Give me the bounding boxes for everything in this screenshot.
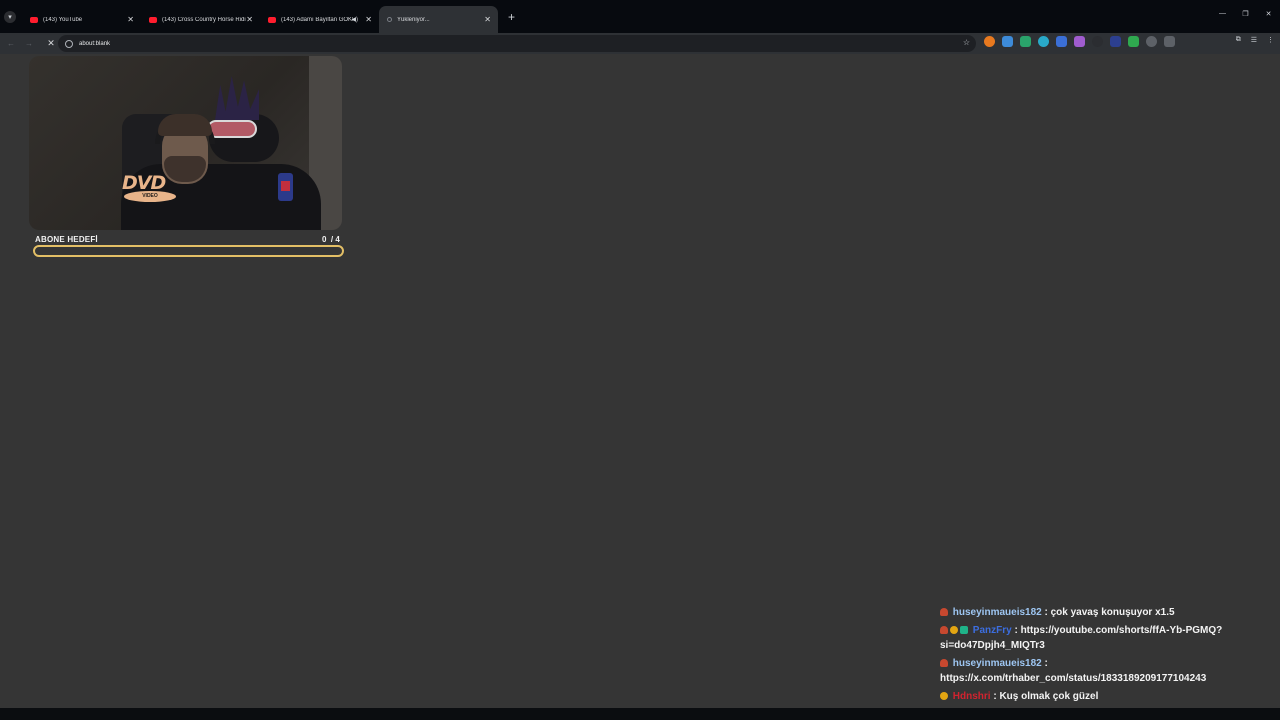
- chevron-down-icon[interactable]: ▾: [4, 10, 16, 23]
- arrow-left-icon[interactable]: ←: [4, 39, 18, 48]
- info-icon[interactable]: [65, 39, 73, 48]
- gold-badge-icon: [950, 626, 958, 634]
- extension-icon[interactable]: [1038, 36, 1049, 47]
- extension-icon[interactable]: [1074, 36, 1085, 47]
- browser-tab[interactable]: (143) Adamı Bayıltan GÖKD ◀) ✕: [260, 6, 379, 33]
- tab-strip: ▾ (143) YouTube ✕ (143) Cross Country Ho…: [0, 0, 1280, 33]
- gold-badge-icon: [940, 692, 948, 700]
- extension-icons: [984, 36, 1182, 47]
- youtube-icon: [268, 16, 276, 23]
- extension-icon[interactable]: [1164, 36, 1175, 47]
- webcam-video: DVD VIDEO: [29, 56, 342, 230]
- close-icon[interactable]: ✕: [246, 15, 253, 24]
- chat-message: huseyinmaueis182 : https://x.com/trhaber…: [940, 656, 1240, 686]
- close-window-icon[interactable]: ✕: [1257, 10, 1280, 18]
- fire-badge-icon: [940, 608, 948, 616]
- speaker-icon[interactable]: ◀): [351, 16, 358, 23]
- chat-overlay: huseyinmaueis182 : çok yavaş konuşuyor x…: [940, 605, 1240, 707]
- chat-username: huseyinmaueis182: [950, 658, 1042, 669]
- energy-drink-can: [278, 173, 293, 201]
- extension-icon[interactable]: [1002, 36, 1013, 47]
- chat-username: huseyinmaueis182: [950, 607, 1042, 618]
- close-icon[interactable]: ✕: [484, 15, 491, 24]
- chat-text: : çok yavaş konuşuyor x1.5: [1041, 607, 1175, 618]
- chat-username: Hdnshri: [950, 691, 991, 702]
- bottom-bar: [0, 708, 1280, 720]
- puzzle-icon[interactable]: ⧉: [1236, 36, 1241, 44]
- extension-icon[interactable]: [1110, 36, 1121, 47]
- browser-tab[interactable]: (143) Cross Country Horse Ridi ✕: [141, 6, 260, 33]
- mohawk-figure: [215, 76, 259, 120]
- chat-message: huseyinmaueis182 : çok yavaş konuşuyor x…: [940, 605, 1240, 620]
- tab-title: (143) YouTube: [43, 16, 83, 23]
- extension-icon[interactable]: [1128, 36, 1139, 47]
- goal-count: 0 / 4: [322, 235, 340, 244]
- browser-toolbar: ← → ✕ about:blank ☆ ⧉ ☰ ⋮: [0, 33, 1280, 54]
- more-menu-icon[interactable]: ⋮: [1267, 36, 1274, 44]
- goal-progress-bar: [33, 245, 344, 257]
- browser-tab[interactable]: (143) YouTube ✕: [22, 6, 141, 33]
- chat-text: : Kuş olmak çok güzel: [990, 691, 1099, 702]
- goggles-figure: [207, 120, 257, 138]
- address-text[interactable]: about:blank: [79, 41, 110, 47]
- browser-tab-active[interactable]: Yükleniyor... ✕: [379, 6, 498, 33]
- chat-username: PanzFry: [970, 625, 1012, 636]
- arrow-right-icon[interactable]: →: [22, 39, 36, 48]
- close-icon[interactable]: ✕: [365, 15, 372, 24]
- extension-icon[interactable]: [1146, 36, 1157, 47]
- chat-message: Hdnshri : Kuş olmak çok güzel: [940, 689, 1240, 704]
- dvd-logo: DVD VIDEO: [122, 174, 178, 202]
- plus-icon[interactable]: +: [508, 10, 515, 24]
- toolbar-right: ⧉ ☰ ⋮: [1226, 36, 1274, 44]
- dvd-logo-sub: VIDEO: [124, 191, 176, 202]
- extension-icon[interactable]: [1056, 36, 1067, 47]
- streamer-hair: [158, 114, 212, 136]
- goal-label: ABONE HEDEFİ: [35, 235, 98, 244]
- loading-icon: [387, 17, 392, 22]
- star-icon[interactable]: ☆: [963, 38, 970, 47]
- restore-icon[interactable]: ❐: [1234, 10, 1257, 18]
- chat-message: PanzFry : https://youtube.com/shorts/ffA…: [940, 623, 1240, 653]
- extension-icon[interactable]: [984, 36, 995, 47]
- close-icon[interactable]: ✕: [44, 38, 58, 49]
- profile-icon[interactable]: ☰: [1251, 36, 1257, 44]
- address-bar[interactable]: about:blank ☆: [58, 35, 976, 52]
- fire-badge-icon: [940, 626, 948, 634]
- minimize-icon[interactable]: —: [1211, 10, 1234, 18]
- tab-title: (143) Cross Country Horse Ridi: [162, 16, 246, 23]
- extension-icon[interactable]: [1020, 36, 1031, 47]
- window-controls: — ❐ ✕: [1211, 10, 1280, 18]
- youtube-icon: [149, 16, 157, 23]
- extension-icon[interactable]: [1092, 36, 1103, 47]
- close-icon[interactable]: ✕: [127, 15, 134, 24]
- fire-badge-icon: [940, 659, 948, 667]
- page-content: DVD VIDEO ABONE HEDEFİ 0 / 4 huseyinmaue…: [0, 54, 1280, 708]
- youtube-icon: [30, 16, 38, 23]
- green-badge-icon: [960, 626, 968, 634]
- tab-title: Yükleniyor...: [397, 16, 430, 23]
- tab-title: (143) Adamı Bayıltan GÖKD: [281, 16, 353, 23]
